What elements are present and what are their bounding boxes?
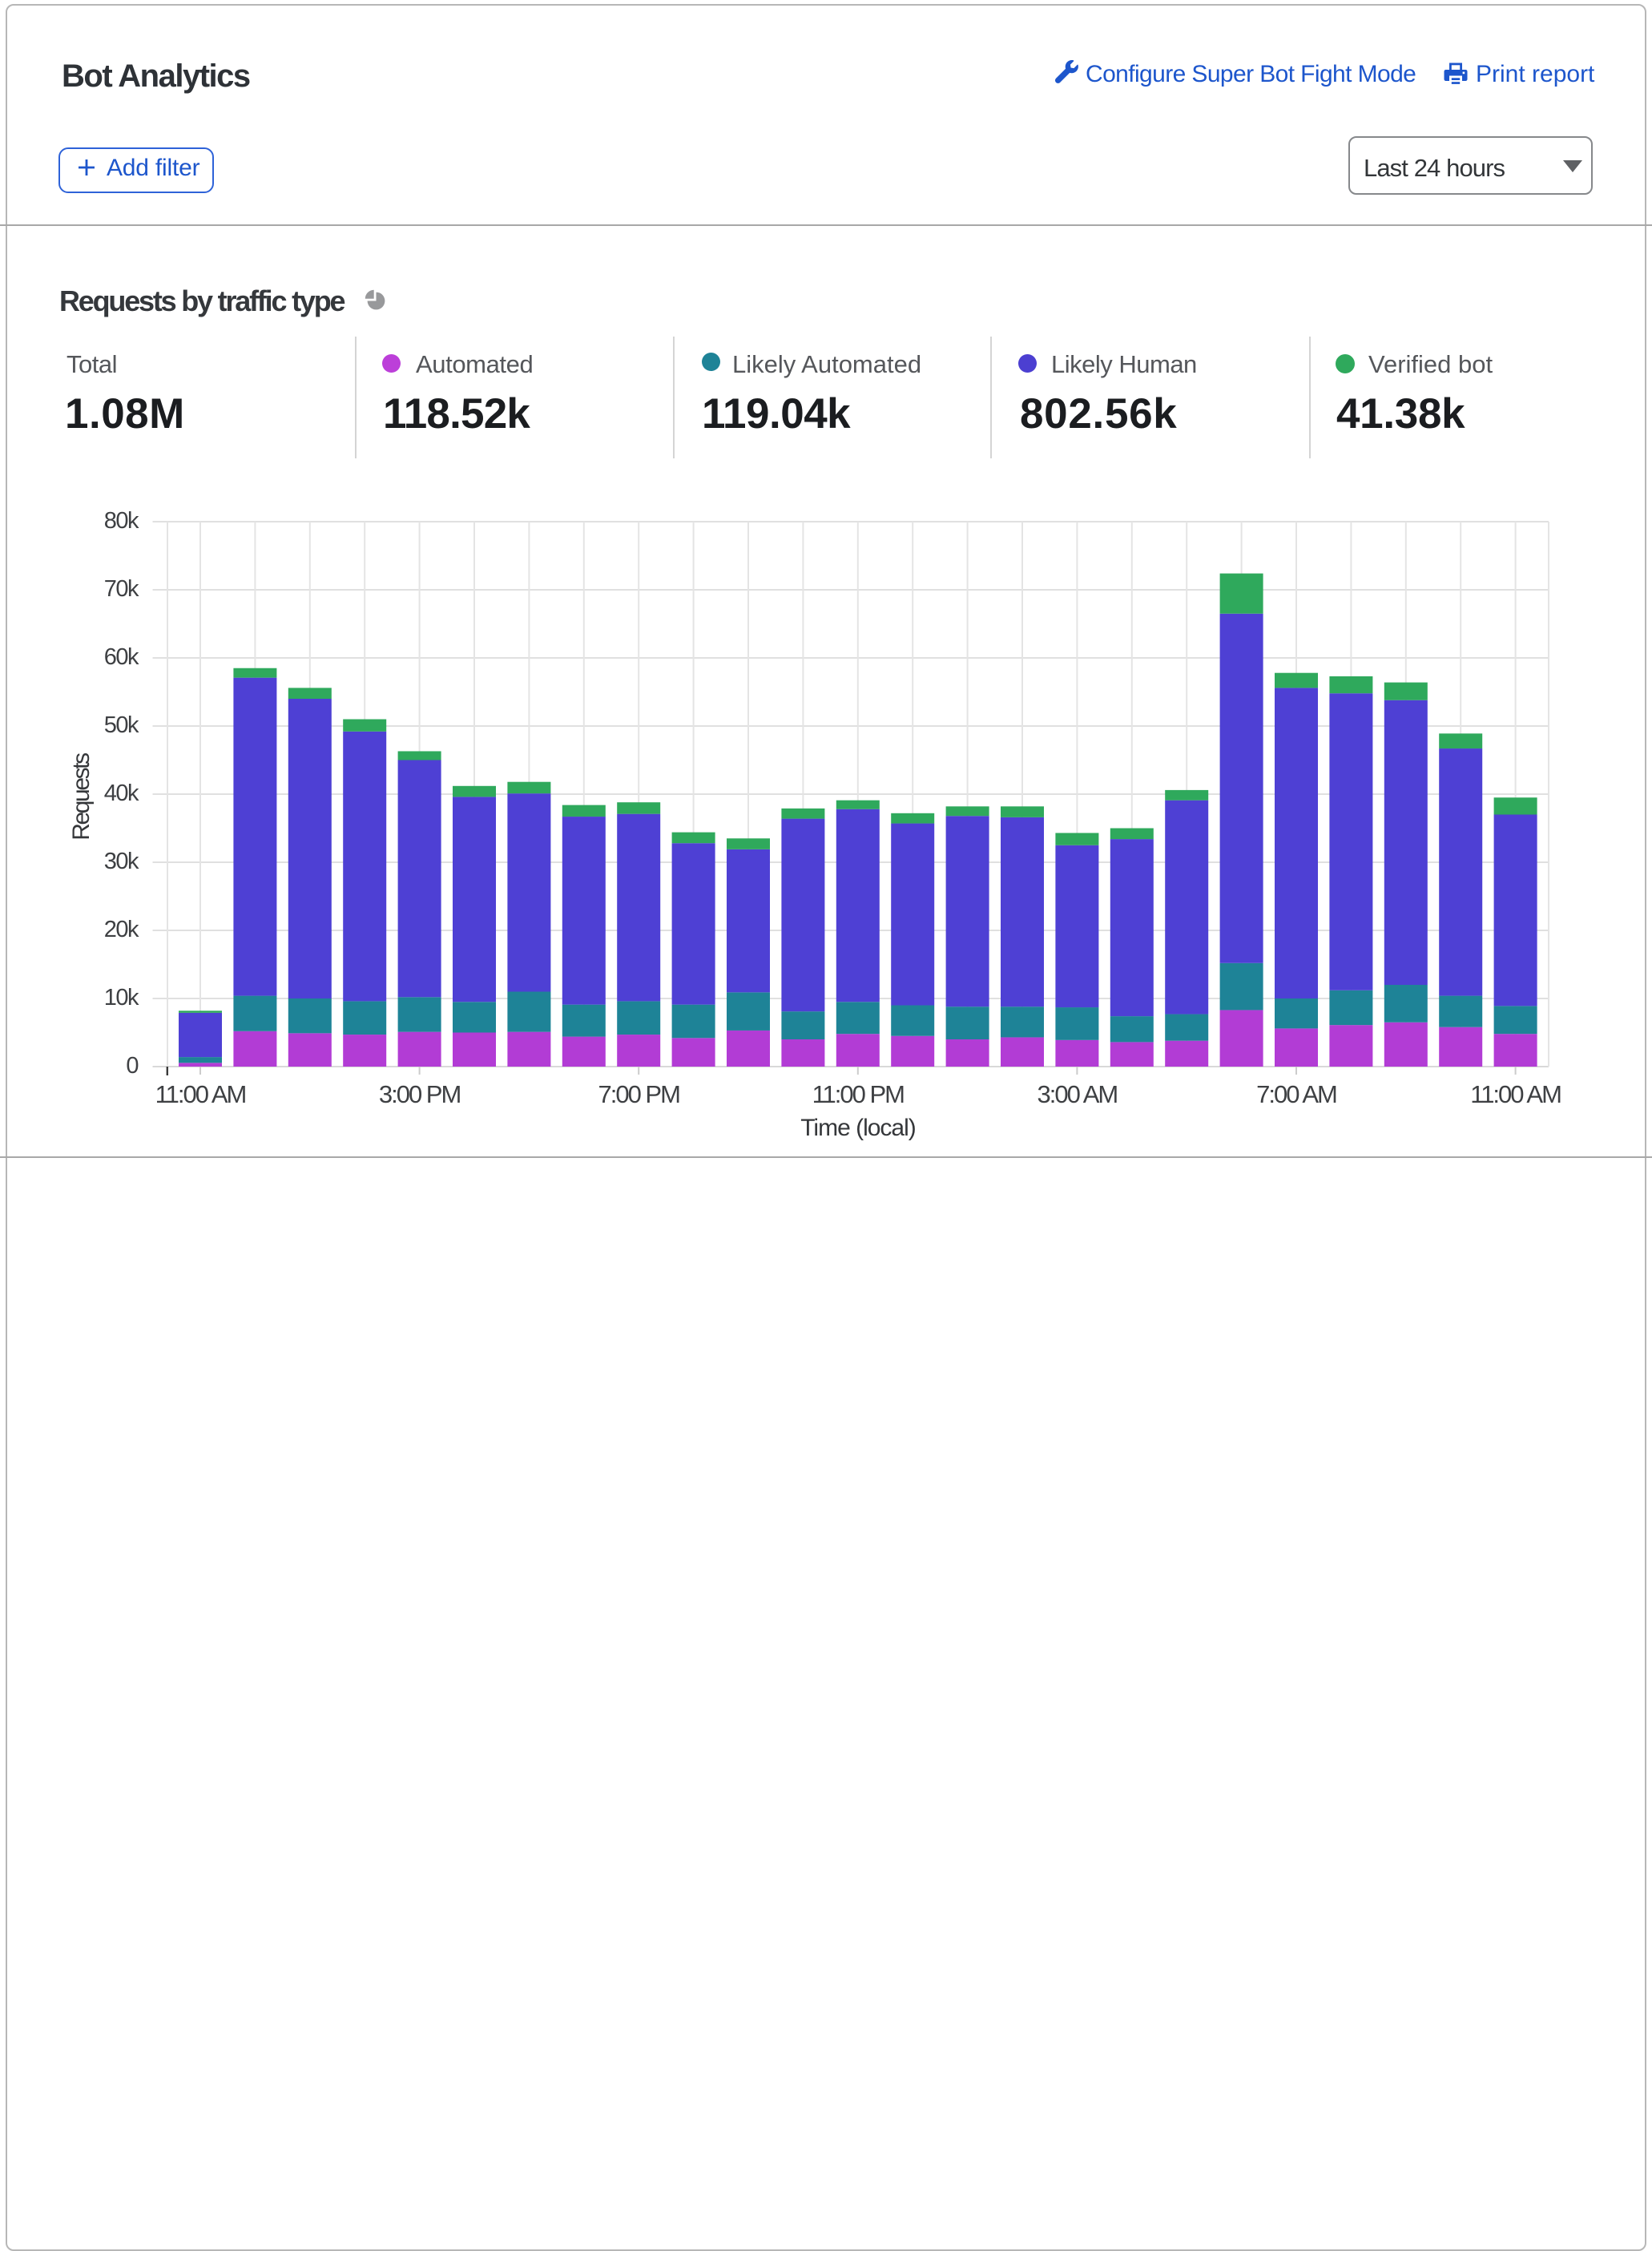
- svg-text:11:00 PM: 11:00 PM: [812, 1080, 905, 1108]
- svg-text:80k: 80k: [104, 508, 139, 534]
- svg-text:7:00 AM: 7:00 AM: [1256, 1080, 1336, 1108]
- svg-text:30k: 30k: [104, 849, 139, 874]
- svg-text:40k: 40k: [104, 781, 139, 806]
- svg-text:11:00 AM: 11:00 AM: [1470, 1080, 1561, 1108]
- svg-text:7:00 PM: 7:00 PM: [598, 1080, 679, 1108]
- svg-text:Time (local): Time (local): [800, 1115, 916, 1141]
- svg-text:3:00 AM: 3:00 AM: [1038, 1080, 1118, 1108]
- svg-text:Requests: Requests: [68, 753, 95, 841]
- svg-text:10k: 10k: [104, 985, 139, 1011]
- svg-text:0: 0: [126, 1053, 138, 1079]
- svg-text:3:00 PM: 3:00 PM: [379, 1080, 461, 1108]
- svg-text:70k: 70k: [104, 576, 139, 602]
- svg-text:11:00 AM: 11:00 AM: [155, 1080, 246, 1108]
- svg-text:20k: 20k: [104, 917, 139, 942]
- svg-text:60k: 60k: [104, 644, 139, 670]
- svg-text:50k: 50k: [104, 712, 139, 738]
